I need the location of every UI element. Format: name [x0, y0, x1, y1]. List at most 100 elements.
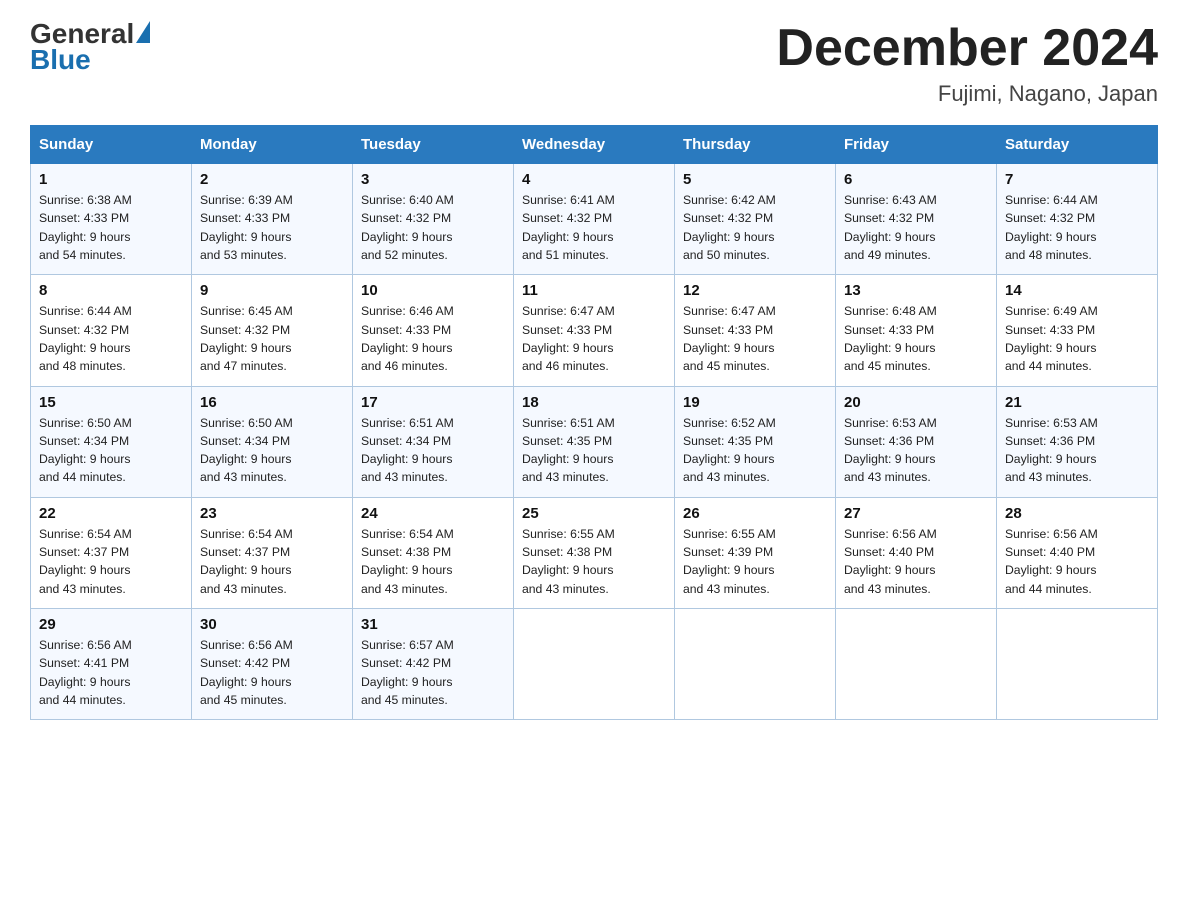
day-info: Sunrise: 6:53 AMSunset: 4:36 PMDaylight:… — [1005, 416, 1098, 485]
day-number: 12 — [683, 282, 827, 299]
day-number: 10 — [361, 282, 505, 299]
calendar-cell: 23 Sunrise: 6:54 AMSunset: 4:37 PMDaylig… — [192, 497, 353, 608]
page-header: General Blue December 2024 Fujimi, Nagan… — [30, 20, 1158, 107]
calendar-cell: 21 Sunrise: 6:53 AMSunset: 4:36 PMDaylig… — [997, 386, 1158, 497]
day-info: Sunrise: 6:45 AMSunset: 4:32 PMDaylight:… — [200, 304, 293, 373]
day-info: Sunrise: 6:57 AMSunset: 4:42 PMDaylight:… — [361, 638, 454, 707]
calendar-cell — [514, 608, 675, 719]
day-number: 24 — [361, 505, 505, 522]
day-number: 30 — [200, 616, 344, 633]
calendar-cell: 13 Sunrise: 6:48 AMSunset: 4:33 PMDaylig… — [836, 275, 997, 386]
calendar-cell: 15 Sunrise: 6:50 AMSunset: 4:34 PMDaylig… — [31, 386, 192, 497]
day-info: Sunrise: 6:50 AMSunset: 4:34 PMDaylight:… — [200, 416, 293, 485]
day-number: 20 — [844, 394, 988, 411]
day-info: Sunrise: 6:55 AMSunset: 4:39 PMDaylight:… — [683, 527, 776, 596]
day-info: Sunrise: 6:44 AMSunset: 4:32 PMDaylight:… — [39, 304, 132, 373]
day-info: Sunrise: 6:40 AMSunset: 4:32 PMDaylight:… — [361, 193, 454, 262]
day-info: Sunrise: 6:56 AMSunset: 4:40 PMDaylight:… — [844, 527, 937, 596]
calendar-cell: 29 Sunrise: 6:56 AMSunset: 4:41 PMDaylig… — [31, 608, 192, 719]
day-info: Sunrise: 6:38 AMSunset: 4:33 PMDaylight:… — [39, 193, 132, 262]
day-info: Sunrise: 6:53 AMSunset: 4:36 PMDaylight:… — [844, 416, 937, 485]
logo: General Blue — [30, 20, 150, 76]
calendar-cell: 11 Sunrise: 6:47 AMSunset: 4:33 PMDaylig… — [514, 275, 675, 386]
calendar-cell: 6 Sunrise: 6:43 AMSunset: 4:32 PMDayligh… — [836, 164, 997, 275]
day-info: Sunrise: 6:51 AMSunset: 4:35 PMDaylight:… — [522, 416, 615, 485]
calendar-table: SundayMondayTuesdayWednesdayThursdayFrid… — [30, 125, 1158, 720]
day-number: 31 — [361, 616, 505, 633]
calendar-cell: 27 Sunrise: 6:56 AMSunset: 4:40 PMDaylig… — [836, 497, 997, 608]
day-info: Sunrise: 6:54 AMSunset: 4:37 PMDaylight:… — [200, 527, 293, 596]
weekday-header-monday: Monday — [192, 126, 353, 164]
day-info: Sunrise: 6:51 AMSunset: 4:34 PMDaylight:… — [361, 416, 454, 485]
day-number: 9 — [200, 282, 344, 299]
day-number: 15 — [39, 394, 183, 411]
logo-triangle-icon — [136, 21, 150, 43]
day-info: Sunrise: 6:41 AMSunset: 4:32 PMDaylight:… — [522, 193, 615, 262]
day-info: Sunrise: 6:39 AMSunset: 4:33 PMDaylight:… — [200, 193, 293, 262]
day-info: Sunrise: 6:54 AMSunset: 4:37 PMDaylight:… — [39, 527, 132, 596]
weekday-header-friday: Friday — [836, 126, 997, 164]
calendar-cell: 8 Sunrise: 6:44 AMSunset: 4:32 PMDayligh… — [31, 275, 192, 386]
calendar-cell: 18 Sunrise: 6:51 AMSunset: 4:35 PMDaylig… — [514, 386, 675, 497]
day-number: 19 — [683, 394, 827, 411]
weekday-header-sunday: Sunday — [31, 126, 192, 164]
calendar-week-row: 22 Sunrise: 6:54 AMSunset: 4:37 PMDaylig… — [31, 497, 1158, 608]
day-number: 21 — [1005, 394, 1149, 411]
day-number: 23 — [200, 505, 344, 522]
day-number: 4 — [522, 171, 666, 188]
calendar-cell: 9 Sunrise: 6:45 AMSunset: 4:32 PMDayligh… — [192, 275, 353, 386]
day-info: Sunrise: 6:44 AMSunset: 4:32 PMDaylight:… — [1005, 193, 1098, 262]
weekday-header-saturday: Saturday — [997, 126, 1158, 164]
day-info: Sunrise: 6:50 AMSunset: 4:34 PMDaylight:… — [39, 416, 132, 485]
day-number: 7 — [1005, 171, 1149, 188]
day-info: Sunrise: 6:47 AMSunset: 4:33 PMDaylight:… — [683, 304, 776, 373]
calendar-cell: 7 Sunrise: 6:44 AMSunset: 4:32 PMDayligh… — [997, 164, 1158, 275]
day-info: Sunrise: 6:47 AMSunset: 4:33 PMDaylight:… — [522, 304, 615, 373]
day-number: 5 — [683, 171, 827, 188]
day-number: 22 — [39, 505, 183, 522]
day-info: Sunrise: 6:48 AMSunset: 4:33 PMDaylight:… — [844, 304, 937, 373]
calendar-week-row: 8 Sunrise: 6:44 AMSunset: 4:32 PMDayligh… — [31, 275, 1158, 386]
day-info: Sunrise: 6:56 AMSunset: 4:42 PMDaylight:… — [200, 638, 293, 707]
weekday-header-tuesday: Tuesday — [353, 126, 514, 164]
day-number: 3 — [361, 171, 505, 188]
day-number: 16 — [200, 394, 344, 411]
calendar-cell: 1 Sunrise: 6:38 AMSunset: 4:33 PMDayligh… — [31, 164, 192, 275]
calendar-cell: 17 Sunrise: 6:51 AMSunset: 4:34 PMDaylig… — [353, 386, 514, 497]
day-number: 6 — [844, 171, 988, 188]
calendar-cell: 19 Sunrise: 6:52 AMSunset: 4:35 PMDaylig… — [675, 386, 836, 497]
day-number: 25 — [522, 505, 666, 522]
day-info: Sunrise: 6:56 AMSunset: 4:40 PMDaylight:… — [1005, 527, 1098, 596]
calendar-week-row: 1 Sunrise: 6:38 AMSunset: 4:33 PMDayligh… — [31, 164, 1158, 275]
day-number: 2 — [200, 171, 344, 188]
calendar-cell: 12 Sunrise: 6:47 AMSunset: 4:33 PMDaylig… — [675, 275, 836, 386]
day-number: 14 — [1005, 282, 1149, 299]
day-number: 28 — [1005, 505, 1149, 522]
calendar-cell: 28 Sunrise: 6:56 AMSunset: 4:40 PMDaylig… — [997, 497, 1158, 608]
calendar-cell — [675, 608, 836, 719]
weekday-header-wednesday: Wednesday — [514, 126, 675, 164]
calendar-cell: 14 Sunrise: 6:49 AMSunset: 4:33 PMDaylig… — [997, 275, 1158, 386]
day-number: 18 — [522, 394, 666, 411]
title-block: December 2024 Fujimi, Nagano, Japan — [776, 20, 1158, 107]
calendar-cell: 22 Sunrise: 6:54 AMSunset: 4:37 PMDaylig… — [31, 497, 192, 608]
day-number: 8 — [39, 282, 183, 299]
day-info: Sunrise: 6:49 AMSunset: 4:33 PMDaylight:… — [1005, 304, 1098, 373]
calendar-week-row: 15 Sunrise: 6:50 AMSunset: 4:34 PMDaylig… — [31, 386, 1158, 497]
day-info: Sunrise: 6:43 AMSunset: 4:32 PMDaylight:… — [844, 193, 937, 262]
day-number: 13 — [844, 282, 988, 299]
day-info: Sunrise: 6:42 AMSunset: 4:32 PMDaylight:… — [683, 193, 776, 262]
calendar-cell: 16 Sunrise: 6:50 AMSunset: 4:34 PMDaylig… — [192, 386, 353, 497]
calendar-cell: 31 Sunrise: 6:57 AMSunset: 4:42 PMDaylig… — [353, 608, 514, 719]
calendar-cell: 30 Sunrise: 6:56 AMSunset: 4:42 PMDaylig… — [192, 608, 353, 719]
calendar-cell: 10 Sunrise: 6:46 AMSunset: 4:33 PMDaylig… — [353, 275, 514, 386]
day-info: Sunrise: 6:52 AMSunset: 4:35 PMDaylight:… — [683, 416, 776, 485]
location: Fujimi, Nagano, Japan — [776, 81, 1158, 107]
day-number: 26 — [683, 505, 827, 522]
day-info: Sunrise: 6:46 AMSunset: 4:33 PMDaylight:… — [361, 304, 454, 373]
calendar-cell: 3 Sunrise: 6:40 AMSunset: 4:32 PMDayligh… — [353, 164, 514, 275]
calendar-cell: 24 Sunrise: 6:54 AMSunset: 4:38 PMDaylig… — [353, 497, 514, 608]
calendar-cell — [836, 608, 997, 719]
day-number: 29 — [39, 616, 183, 633]
calendar-week-row: 29 Sunrise: 6:56 AMSunset: 4:41 PMDaylig… — [31, 608, 1158, 719]
